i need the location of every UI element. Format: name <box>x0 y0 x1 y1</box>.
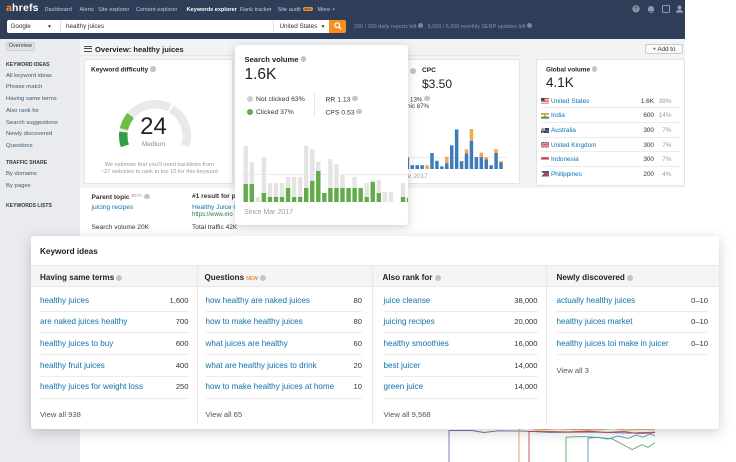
svg-text:?: ? <box>634 7 638 13</box>
